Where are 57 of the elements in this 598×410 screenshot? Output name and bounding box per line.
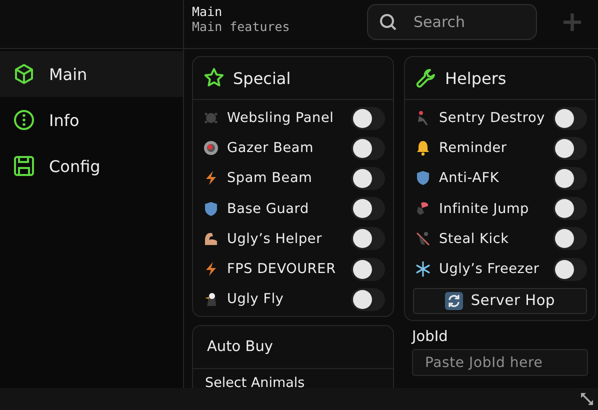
lightning-icon [203,261,219,278]
page-subtitle: Main features [192,19,291,34]
sidebar-item[interactable]: Main [0,51,183,97]
save-icon [13,155,35,177]
snowflake-icon [415,261,431,278]
toggle-switch[interactable] [351,136,385,160]
toggle-switch[interactable] [553,197,587,220]
card-title: Special [233,68,291,88]
target-icon [203,140,219,156]
wrench-icon [415,67,437,89]
toggle-label: Steal Kick [439,230,510,247]
toggle-switch[interactable] [351,166,385,190]
toggle-switch[interactable] [553,136,587,160]
toggle-switch[interactable] [553,227,587,250]
toggle-switch[interactable] [351,106,385,130]
toggle-switch[interactable] [351,258,385,281]
cube-icon [13,63,35,85]
toggle-label: Spam Beam [227,170,314,186]
toggle-label: Anti-AFK [439,170,500,186]
card-title: Auto Buy [207,339,273,356]
shield-icon [415,170,431,186]
resize-icon [580,392,594,406]
toggle-label: Websling Panel [227,110,335,126]
field-label: JobId [412,329,449,346]
page-title: Main [192,4,224,19]
toggle-label: Gazer Beam [227,140,315,156]
toggle-label: Sentry Destroy [439,110,546,126]
toggle-label: Base Guard [227,200,310,217]
search-icon [378,13,397,31]
arm-icon [203,230,219,247]
server-hop-button[interactable]: Server Hop [413,288,587,314]
splat-icon [203,110,219,126]
card-title: Helpers [445,68,506,88]
lightning-icon [203,170,219,186]
sidebar-item[interactable]: Info [0,97,183,143]
select-label: Select Animals [205,375,305,388]
toggle-switch[interactable] [351,197,385,220]
bird-icon [203,291,219,308]
refresh-icon [444,292,463,310]
toggle-switch[interactable] [553,258,587,281]
toggle-label: Ugly’s Freezer [439,261,540,278]
toggle-switch[interactable] [351,288,385,311]
star-icon [203,67,225,89]
toggle-switch[interactable] [553,106,587,130]
jobid-field[interactable]: Paste JobId here [412,349,588,376]
more-icon [13,109,35,131]
toggle-label: FPS DEVOURER [227,261,337,278]
sidebar-item[interactable]: Config [0,143,183,189]
shield-icon [203,200,219,217]
toggle-label: Infinite Jump [439,200,530,217]
bell-icon [415,140,431,156]
search-field[interactable]: Search [366,4,537,40]
toggle-switch[interactable] [553,166,587,190]
toggle-label: Ugly Fly [227,291,285,308]
toggle-switch[interactable] [351,227,385,250]
toggle-label: Ugly’s Helper [227,230,323,247]
toggle-label: Reminder [439,140,508,156]
